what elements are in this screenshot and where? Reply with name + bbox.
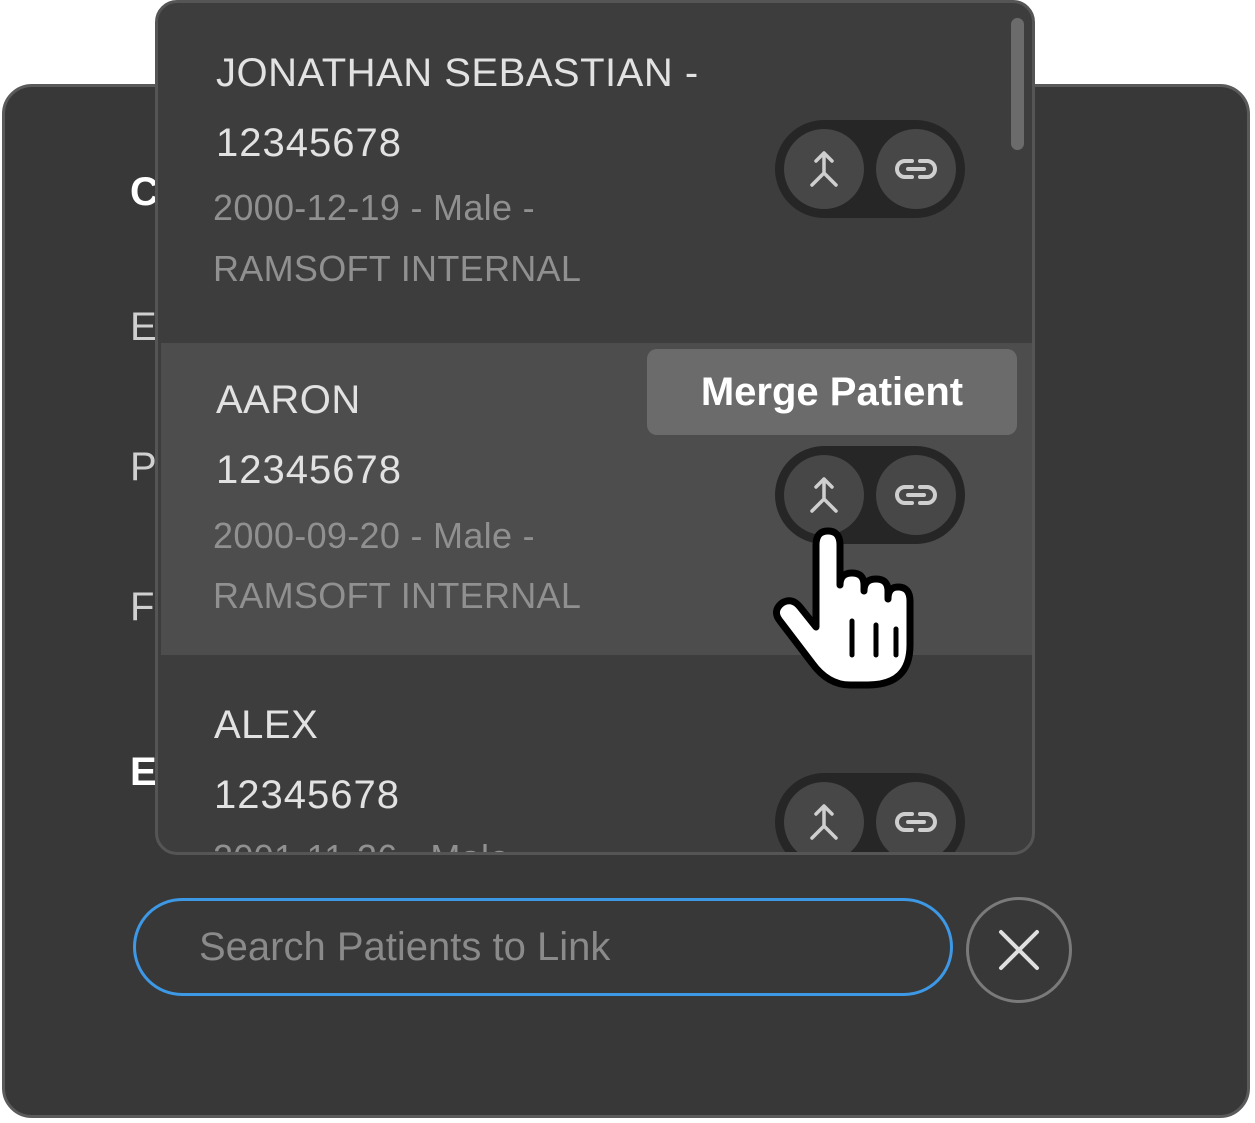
link-patient-button[interactable] (876, 129, 956, 209)
merge-icon (810, 477, 838, 513)
background-label-3: P (130, 445, 157, 489)
patient-action-group (775, 773, 965, 852)
background-label-4: F (130, 585, 155, 629)
close-icon (999, 930, 1039, 970)
merge-patient-button[interactable] (784, 129, 864, 209)
merge-icon (810, 804, 838, 840)
patient-row[interactable]: JONATHAN SEBASTIAN - 12345678 2000-12-19… (161, 3, 1032, 343)
link-icon (895, 485, 937, 505)
merge-patient-tooltip: Merge Patient (647, 349, 1017, 435)
merge-patient-button[interactable] (784, 782, 864, 852)
patient-name: ALEX (214, 703, 319, 747)
patient-info-line1: 2000-12-19 - Male - (213, 187, 535, 228)
patient-id: 12345678 (214, 773, 400, 817)
background-label-5: E (130, 750, 157, 794)
patient-info-line1: 2000-09-20 - Male - (213, 515, 535, 556)
patient-name: JONATHAN SEBASTIAN - (216, 51, 699, 95)
merge-patient-button[interactable] (784, 455, 864, 535)
link-icon (895, 812, 937, 832)
search-patients-input[interactable]: Search Patients to Link (133, 898, 953, 996)
link-patient-button[interactable] (876, 782, 956, 852)
patient-info-line1: 2001-11-26 - Male - (213, 837, 532, 852)
hand-pointer-cursor (773, 527, 914, 689)
patient-info-line2: RAMSOFT INTERNAL (213, 575, 582, 616)
close-search-button[interactable] (966, 897, 1072, 1003)
link-patient-button[interactable] (876, 455, 956, 535)
patient-action-group (775, 120, 965, 218)
patient-info-line2: RAMSOFT INTERNAL (213, 248, 582, 289)
background-label-2: E (130, 305, 157, 349)
patient-id: 12345678 (216, 121, 402, 165)
link-icon (895, 159, 937, 179)
dropdown-scrollbar[interactable] (1011, 18, 1024, 150)
merge-icon (810, 151, 838, 187)
patient-name: AARON (216, 378, 361, 422)
patient-id: 12345678 (216, 448, 402, 492)
